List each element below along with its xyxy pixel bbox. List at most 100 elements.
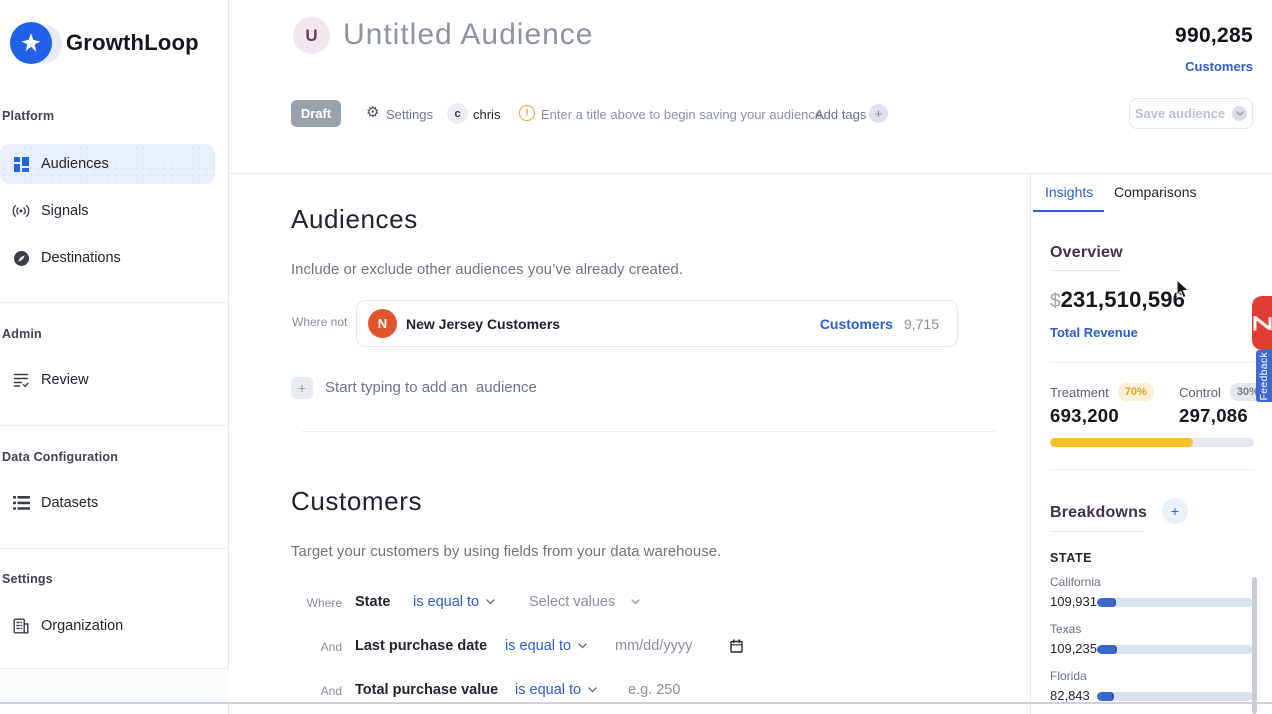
filter-operator-dropdown[interactable]: is equal to <box>515 682 597 698</box>
status-badge: Draft <box>291 100 341 127</box>
filter-date-input[interactable]: mm/dd/yyyy <box>615 638 743 654</box>
breakdown-bar-fill <box>1097 598 1116 607</box>
active-tab-indicator <box>1033 210 1104 212</box>
calendar-icon <box>730 639 743 653</box>
filter-operator-dropdown[interactable]: is equal to <box>505 638 587 654</box>
user-avatar[interactable]: c <box>447 103 468 124</box>
control-block: Control 30% <box>1179 383 1266 401</box>
sidebar-item-label: Audiences <box>41 156 109 172</box>
warning-message: Enter a title above to begin saving your… <box>541 107 826 122</box>
filter-field[interactable]: Total purchase value <box>355 682 498 698</box>
customers-heading: Customers <box>291 486 422 517</box>
feedback-tab[interactable]: Feedback <box>1256 350 1272 402</box>
breakdown-group-label: STATE <box>1050 551 1092 565</box>
divider <box>1050 469 1254 470</box>
filter-conjunction: And <box>294 640 342 654</box>
total-revenue-label[interactable]: Total Revenue <box>1050 325 1138 340</box>
section-label-data-configuration: Data Configuration <box>2 450 118 464</box>
audience-card[interactable]: N New Jersey Customers Customers 9,715 <box>356 300 958 347</box>
sidebar-item-datasets[interactable]: Datasets <box>0 483 215 523</box>
treatment-block: Treatment 70% <box>1050 383 1154 401</box>
filter-field[interactable]: Last purchase date <box>355 638 487 654</box>
add-tag-plus-icon[interactable]: + <box>869 104 888 123</box>
tab-comparisons[interactable]: Comparisons <box>1114 184 1196 200</box>
audience-card-link[interactable]: Customers <box>820 316 893 332</box>
list-icon <box>12 494 30 512</box>
audiences-subtitle: Include or exclude other audiences you’v… <box>291 261 683 278</box>
section-label-settings: Settings <box>2 572 53 586</box>
chevron-down-icon <box>486 599 495 605</box>
breakdown-row-label: Texas <box>1050 622 1081 636</box>
currency-symbol: $ <box>1050 291 1061 312</box>
breakdown-row-label: Florida <box>1050 669 1087 683</box>
settings-button[interactable]: Settings <box>386 107 433 122</box>
customer-count-label[interactable]: Customers <box>1185 59 1253 74</box>
breakdown-row-label: California <box>1050 575 1101 589</box>
compass-icon <box>12 249 30 267</box>
sidebar-item-audiences[interactable]: Audiences <box>0 144 215 184</box>
scrollbar[interactable] <box>1252 577 1257 714</box>
treatment-value: 693,200 <box>1050 405 1119 427</box>
breakdown-bar <box>1097 692 1253 701</box>
customers-subtitle: Target your customers by using fields fr… <box>291 543 721 560</box>
divider <box>0 425 229 426</box>
chevron-down-icon <box>588 687 597 693</box>
sidebar-item-signals[interactable]: Signals <box>0 191 215 231</box>
filter-value-select[interactable]: Select values <box>529 594 640 610</box>
total-revenue: $231,510,596 <box>1050 287 1185 313</box>
user-name: chris <box>473 107 500 122</box>
audience-avatar: U <box>293 17 330 54</box>
divider <box>1050 531 1144 532</box>
sidebar-item-label: Organization <box>41 618 123 634</box>
insights-panel: Insights Comparisons Overview $231,510,5… <box>1030 174 1272 714</box>
filter-row: Where State is equal to Select values <box>291 593 1011 615</box>
condition-label[interactable]: Where not <box>292 315 347 329</box>
gear-icon[interactable]: ⚙ <box>366 105 379 120</box>
logo[interactable]: GrowthLoop <box>8 20 199 66</box>
spark-icon <box>20 32 42 54</box>
customer-count: 990,285 <box>1175 24 1253 48</box>
audience-card-name: New Jersey Customers <box>406 316 560 332</box>
sidebar-item-organization[interactable]: Organization <box>0 606 215 646</box>
filter-conjunction: Where <box>294 596 342 610</box>
divider <box>0 702 1272 704</box>
add-audience-plus-icon[interactable]: + <box>291 377 313 399</box>
section-label-admin: Admin <box>2 327 42 341</box>
add-tags-label[interactable]: Add tags <box>815 107 866 122</box>
divider <box>0 302 229 303</box>
sidebar-item-label: Destinations <box>41 250 121 266</box>
filter-number-input[interactable]: e.g. 250 <box>628 682 680 698</box>
filter-operator-dropdown[interactable]: is equal to <box>413 594 495 610</box>
sidebar-item-destinations[interactable]: Destinations <box>0 238 215 278</box>
breakdown-row-value: 109,235 <box>1050 641 1097 656</box>
breakdown-bar <box>1097 645 1253 654</box>
treatment-pct-badge: 70% <box>1118 383 1154 401</box>
breakdown-row-value: 82,843 <box>1050 688 1090 703</box>
warning-icon: ! <box>519 105 535 121</box>
broadcast-icon <box>12 202 30 220</box>
mouse-cursor <box>1176 279 1191 300</box>
section-label-platform: Platform <box>2 109 54 123</box>
tab-insights[interactable]: Insights <box>1045 184 1093 200</box>
sidebar-item-review[interactable]: Review <box>0 360 215 400</box>
breakdown-bar-fill <box>1097 692 1114 701</box>
chevron-down-icon <box>578 643 587 649</box>
add-audience-input[interactable]: Start typing to add an audience <box>325 379 537 396</box>
sidebar: GrowthLoop Platform Audiences Signals De… <box>0 0 229 714</box>
grid-icon <box>12 155 30 173</box>
filter-field[interactable]: State <box>355 594 390 610</box>
support-widget-button[interactable]: Z <box>1252 296 1272 350</box>
z-icon: Z <box>1252 316 1272 332</box>
sidebar-item-label: Review <box>41 372 89 388</box>
page-title[interactable]: Untitled Audience <box>343 18 594 52</box>
breakdown-bar-fill <box>1097 645 1117 654</box>
control-value: 297,086 <box>1179 405 1248 427</box>
add-breakdown-button[interactable]: + <box>1162 498 1188 524</box>
divider <box>1050 270 1121 271</box>
overview-heading: Overview <box>1050 244 1123 262</box>
save-audience-label: Save audience <box>1135 106 1225 121</box>
breakdowns-heading: Breakdowns <box>1050 504 1147 522</box>
growthloop-logo-icon <box>8 20 54 66</box>
save-audience-button[interactable]: Save audience <box>1129 98 1253 129</box>
checklist-icon <box>12 371 30 389</box>
